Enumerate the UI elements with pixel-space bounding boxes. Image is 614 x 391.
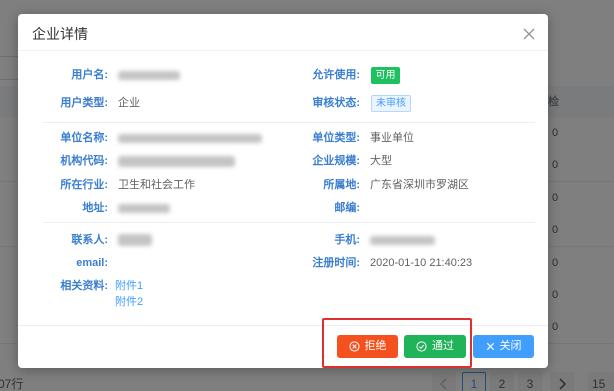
dialog-title: 企业详情 [32,26,88,42]
unit-type-label: 单位类型: [312,132,360,144]
username-label: 用户名: [71,69,108,81]
contact-person-value-blurred [118,234,152,246]
region-label: 所属地: [323,179,360,191]
section-divider [43,122,535,123]
register-time-label: 注册时间: [312,257,360,269]
footer-divider [18,325,548,326]
address-label: 地址: [82,202,108,214]
reject-button-label: 拒绝 [364,340,387,352]
org-code-label: 机构代码: [60,155,108,167]
circle-close-icon [348,341,360,352]
allow-use-label: 允许使用: [312,69,360,81]
circle-check-icon [416,341,427,352]
user-type-value: 企业 [118,97,140,109]
approve-button-label: 通过 [432,340,454,352]
enterprise-scale-value: 大型 [370,155,392,167]
phone-label: 手机: [334,234,360,246]
screen: 检 0 0 0 0 0 0 0 07行 1 2 3 15 企业详情 用户名: 允… [0,0,614,391]
close-button[interactable]: 关闭 [473,335,534,358]
audit-status-label: 审核状态: [312,97,360,109]
close-button-label: 关闭 [499,340,522,352]
approve-button[interactable]: 通过 [404,335,466,358]
section-divider [43,222,535,223]
status-badge-enabled: 可用 [371,67,400,84]
industry-value: 卫生和社会工作 [118,179,195,191]
register-time-value: 2020-01-10 21:40:23 [370,257,473,269]
unit-name-label: 单位名称: [60,132,108,144]
username-value-blurred [118,71,180,80]
reject-button[interactable]: 拒绝 [337,335,398,358]
unit-name-value-blurred [118,134,262,143]
header-divider [18,50,548,51]
region-value: 广东省深圳市罗湖区 [370,179,469,191]
org-code-value-blurred [118,156,235,167]
status-badge-unaudited: 未审核 [371,95,411,112]
close-icon [486,342,494,351]
attachment-link-1[interactable]: 附件1 [115,278,143,294]
attachments-label: 相关资料: [60,280,108,292]
industry-label: 所在行业: [60,179,108,191]
email-label: email: [76,257,108,269]
enterprise-detail-dialog: 企业详情 用户名: 允许使用: 可用 用户类型: 企业 审核状态: 未审核 单位… [18,14,548,368]
enterprise-scale-label: 企业规模: [312,155,360,167]
close-icon[interactable] [522,27,536,41]
attachment-link-2[interactable]: 附件2 [115,294,143,310]
unit-type-value: 事业单位 [370,132,414,144]
zip-label: 邮编: [334,202,360,214]
address-value-blurred [118,204,170,213]
user-type-label: 用户类型: [60,97,108,109]
phone-value-blurred [370,236,435,245]
contact-person-label: 联系人: [71,234,108,246]
